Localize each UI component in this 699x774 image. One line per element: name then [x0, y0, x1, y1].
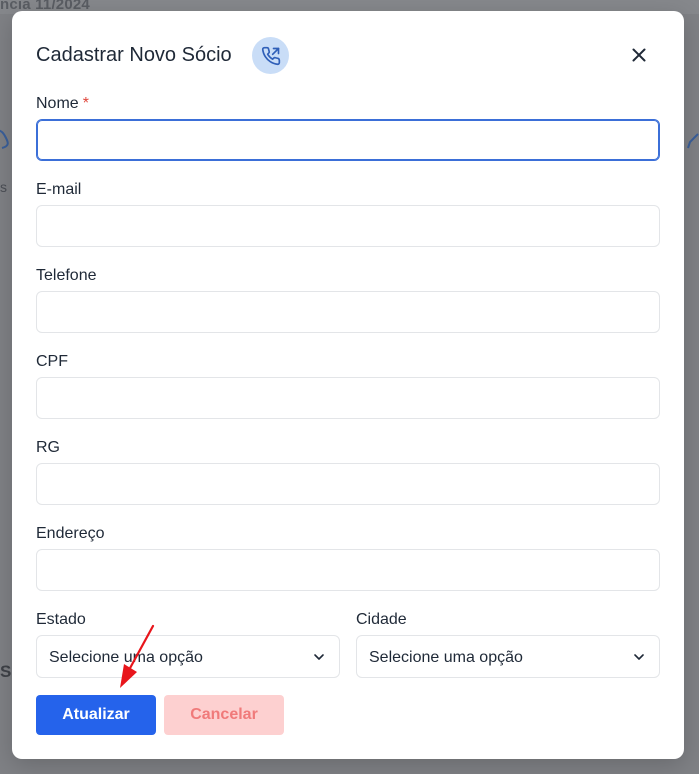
modal-header: Cadastrar Novo Sócio	[12, 11, 684, 91]
modal-title: Cadastrar Novo Sócio	[36, 44, 232, 66]
chevron-down-icon	[314, 654, 324, 660]
cidade-select[interactable]: Selecione uma opção	[356, 635, 660, 678]
estado-label: Estado	[36, 611, 86, 628]
required-mark: *	[82, 95, 89, 112]
nome-label-text: Nome	[36, 95, 79, 112]
cidade-label: Cidade	[356, 611, 407, 628]
atualizar-button[interactable]: Atualizar	[36, 695, 156, 735]
register-member-modal: Cadastrar Novo Sócio Nome * E-mail Telefo…	[12, 11, 684, 759]
endereco-label: Endereço	[36, 525, 105, 542]
close-icon	[632, 48, 646, 62]
background-side-letter: s	[0, 179, 7, 195]
email-label: E-mail	[36, 181, 82, 198]
estado-selected-value: Selecione uma opção	[49, 649, 203, 666]
nome-input[interactable]	[36, 119, 660, 161]
chevron-down-icon	[634, 654, 644, 660]
nome-label: Nome *	[36, 95, 89, 113]
estado-select[interactable]: Selecione uma opção	[36, 635, 340, 678]
background-side-s: S	[0, 662, 12, 681]
endereco-input[interactable]	[36, 549, 660, 591]
background-pencil-icon	[687, 133, 699, 149]
telefone-input[interactable]	[36, 291, 660, 333]
email-input[interactable]	[36, 205, 660, 247]
phone-outgoing-icon	[252, 37, 289, 74]
cpf-input[interactable]	[36, 377, 660, 419]
telefone-label: Telefone	[36, 267, 97, 284]
cpf-label: CPF	[36, 353, 68, 370]
cancelar-button[interactable]: Cancelar	[164, 695, 284, 735]
cidade-selected-value: Selecione uma opção	[369, 649, 523, 666]
rg-input[interactable]	[36, 463, 660, 505]
rg-label: RG	[36, 439, 60, 456]
background-phone-icon	[0, 129, 9, 149]
close-button[interactable]	[624, 40, 654, 70]
